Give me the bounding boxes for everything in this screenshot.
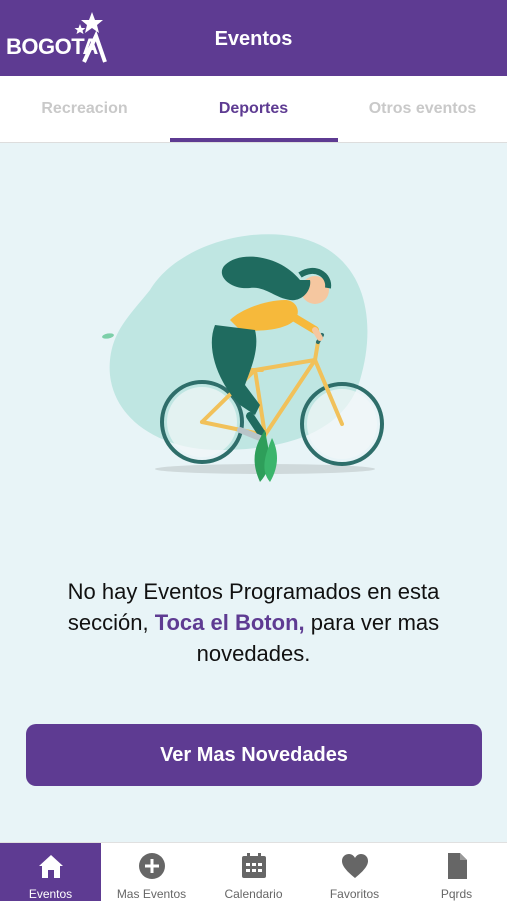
bottom-navigation: Eventos Mas Eventos Calendario Favoritos [0,842,507,901]
ver-mas-novedades-button[interactable]: Ver Mas Novedades [26,724,482,786]
nav-item-pqrds[interactable]: Pqrds [406,843,507,901]
cyclist-illustration [102,234,384,482]
nav-label: Eventos [28,887,73,901]
app-header: BOGOTA Eventos [0,0,507,76]
tab-recreacion[interactable]: Recreacion [0,76,169,142]
page-title: Eventos [214,28,293,50]
nav-label: Mas Eventos [116,887,187,901]
tab-bar: Recreacion Deportes Otros eventos [0,76,507,143]
empty-state-message: No hay Eventos Programados en esta secci… [30,576,477,669]
nav-label: Pqrds [440,887,473,901]
nav-item-eventos[interactable]: Eventos [0,843,101,901]
message-highlight: Toca el Boton, [154,610,305,635]
nav-item-calendario[interactable]: Calendario [203,843,304,901]
tab-otros-eventos[interactable]: Otros eventos [338,76,507,142]
active-tab-indicator [170,138,338,142]
plus-circle-icon [139,853,165,879]
tab-deportes[interactable]: Deportes [169,76,338,142]
nav-label: Favoritos [329,887,380,901]
document-icon [448,853,467,879]
nav-item-favoritos[interactable]: Favoritos [304,843,405,901]
nav-item-mas-eventos[interactable]: Mas Eventos [101,843,202,901]
home-icon [39,855,63,878]
heart-icon [342,854,368,878]
nav-label: Calendario [224,887,283,901]
calendar-icon [242,853,266,878]
